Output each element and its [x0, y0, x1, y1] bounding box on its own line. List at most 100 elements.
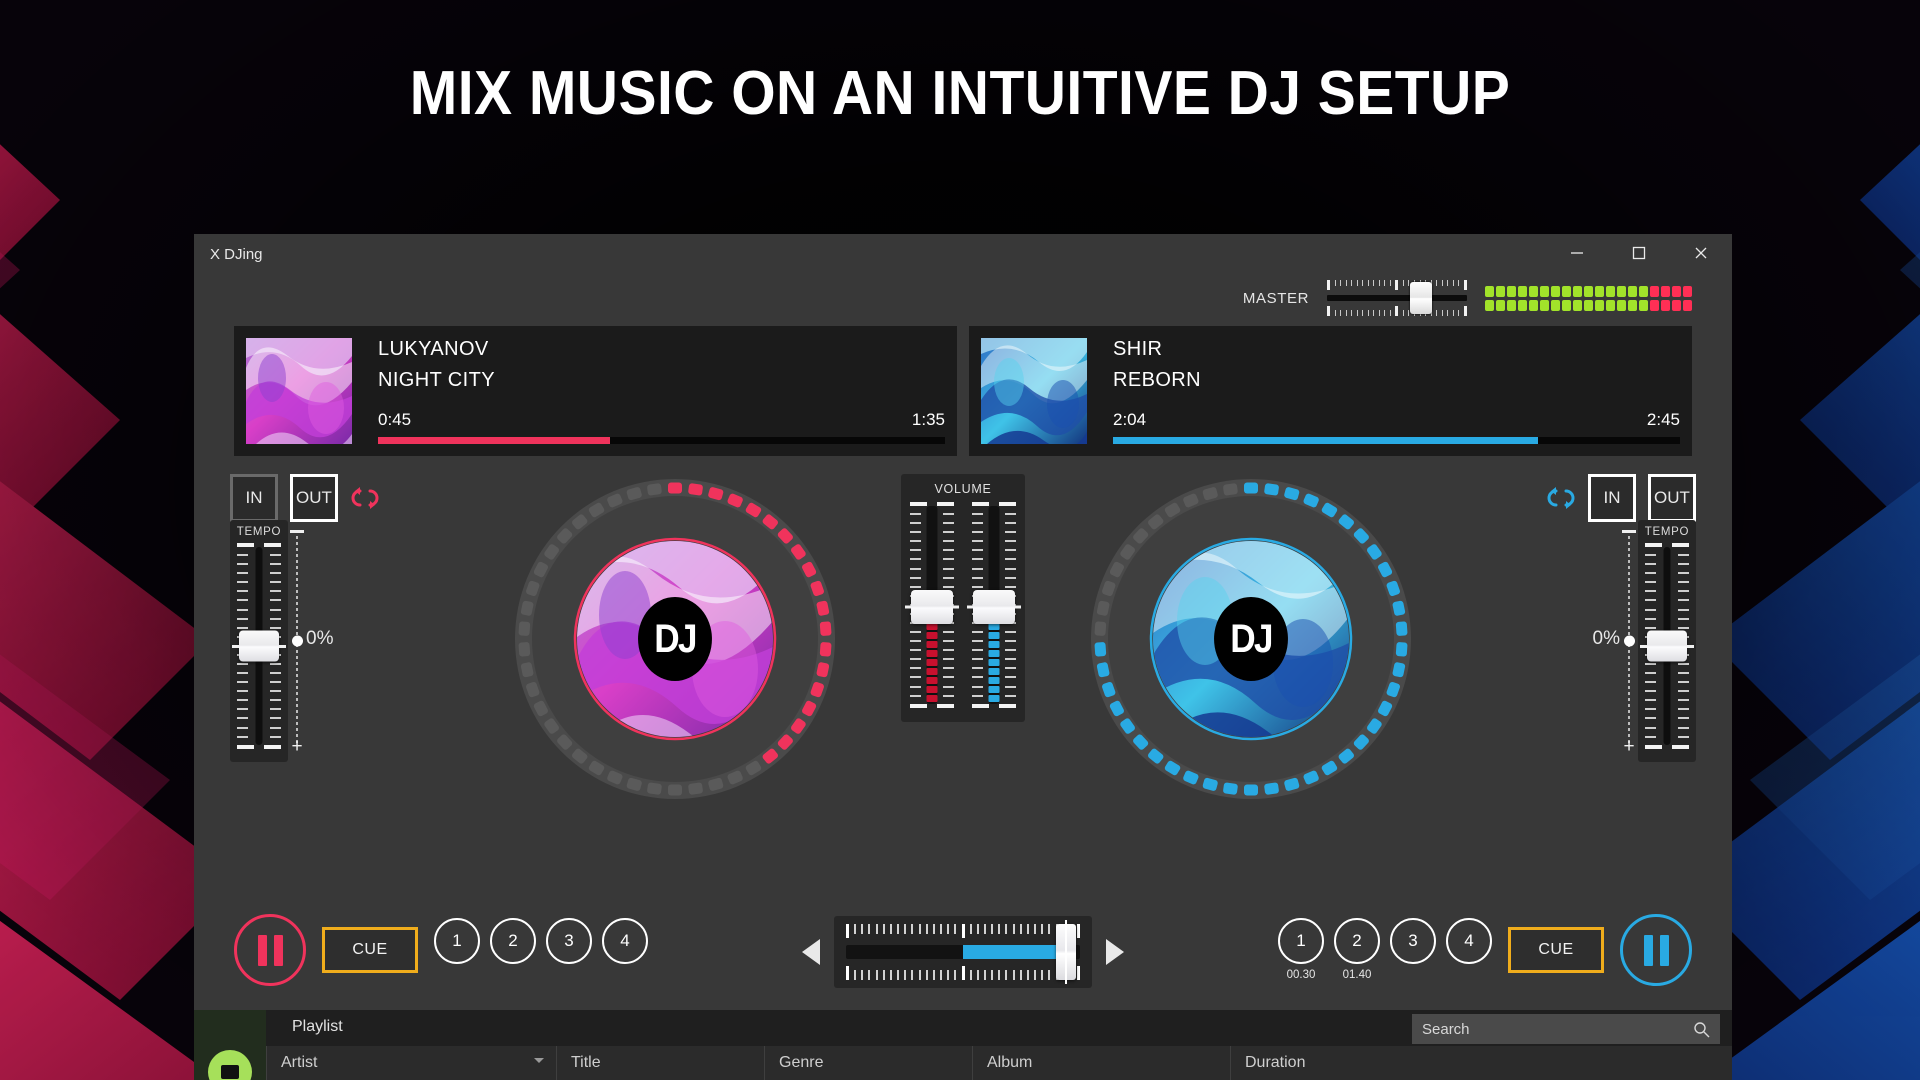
tempo-slider-right[interactable]	[1644, 543, 1690, 749]
tick	[976, 970, 979, 980]
crossfader-handle[interactable]	[1056, 924, 1077, 980]
tempo-handle-right[interactable]	[1647, 630, 1687, 662]
level-led	[926, 641, 938, 648]
tick	[1005, 558, 1016, 561]
tempo-slider-left[interactable]	[236, 543, 282, 749]
tick	[861, 924, 864, 934]
track-panel-left[interactable]: LUKYANOV NIGHT CITY 0:45 1:35	[234, 326, 957, 456]
close-button[interactable]	[1670, 234, 1732, 272]
tick	[1005, 667, 1016, 670]
vu-led	[1639, 299, 1648, 311]
tempo-handle-left[interactable]	[239, 630, 279, 662]
tick	[972, 694, 983, 697]
jog-wheel-right[interactable]: DJ	[1086, 474, 1416, 804]
loop-icon-right[interactable]	[1546, 487, 1576, 509]
hotcue-button-3[interactable]: 3	[546, 917, 592, 964]
hotcue-button-4[interactable]: 4	[602, 917, 648, 964]
play-pause-button-right[interactable]	[1620, 914, 1692, 986]
playlist-header: Playlist Search	[266, 1010, 1732, 1046]
cue-button-left[interactable]: CUE	[322, 927, 418, 973]
tick	[932, 924, 935, 934]
tick	[1645, 572, 1656, 575]
level-led	[988, 650, 1000, 657]
playlist-footer: Playlist Search Artist Title Genre Album Dur…	[194, 1010, 1732, 1080]
vu-led	[1650, 299, 1659, 311]
jog-ring-segment	[1395, 621, 1408, 636]
volume-fader-deck-a[interactable]	[910, 502, 954, 708]
loop-out-button-left[interactable]: OUT	[290, 474, 338, 522]
jog-wheel-left[interactable]: DJ	[510, 474, 840, 804]
loop-icon-left[interactable]	[350, 487, 380, 509]
tick	[972, 685, 983, 688]
tempo-gauge-left: +	[288, 520, 306, 762]
vu-led	[1595, 299, 1604, 311]
hotcue-button-1[interactable]: 1	[434, 917, 480, 964]
volume-fader-deck-b[interactable]	[972, 502, 1016, 708]
loop-in-button-right[interactable]: IN	[1588, 474, 1636, 522]
tick	[1384, 280, 1386, 286]
crossfader-left-arrow-icon[interactable]	[802, 939, 820, 965]
vu-led	[1584, 285, 1593, 297]
track-meta-left: LUKYANOV NIGHT CITY 0:45 1:35	[352, 338, 945, 444]
crossfader-right-arrow-icon[interactable]	[1106, 939, 1124, 965]
play-pause-button-left[interactable]	[234, 914, 306, 986]
tick	[972, 676, 983, 679]
volume-handle-a[interactable]	[911, 590, 953, 624]
track-progress-left[interactable]	[378, 437, 945, 444]
cue-button-right[interactable]: CUE	[1508, 927, 1604, 973]
loop-in-button-left[interactable]: IN	[230, 474, 278, 522]
tempo-block-right: 0% + TEMPO	[1593, 520, 1696, 762]
master-fader-handle[interactable]	[1409, 282, 1432, 314]
hotcue-button-1[interactable]: 1	[1278, 917, 1324, 964]
vu-led	[1562, 299, 1571, 311]
level-led	[988, 641, 1000, 648]
track-panel-right[interactable]: SHIR REBORN 2:04 2:45	[969, 326, 1692, 456]
crossfader[interactable]	[834, 916, 1092, 988]
column-header-duration[interactable]: Duration	[1230, 1046, 1530, 1080]
hotcue-button-2[interactable]: 2	[490, 917, 536, 964]
column-header-artist[interactable]: Artist	[266, 1046, 556, 1080]
tick	[1395, 280, 1399, 290]
tick	[1034, 924, 1037, 934]
vu-led	[1551, 285, 1560, 297]
hotcue-button-2[interactable]: 2	[1334, 917, 1380, 964]
tick	[237, 735, 248, 738]
tick	[1678, 572, 1689, 575]
minimize-button[interactable]	[1546, 234, 1608, 272]
search-input[interactable]: Search	[1412, 1014, 1720, 1044]
maximize-button[interactable]	[1608, 234, 1670, 272]
jog-ring-segment	[647, 483, 662, 496]
tick	[943, 513, 954, 516]
tick	[270, 690, 281, 693]
tick	[1463, 306, 1467, 316]
tick	[1362, 280, 1364, 286]
master-fader[interactable]	[1327, 280, 1467, 316]
chevron-down-icon[interactable]	[534, 1058, 544, 1063]
volume-panel: VOLUME	[901, 474, 1025, 722]
tick	[1447, 280, 1449, 286]
master-label: MASTER	[1242, 289, 1309, 307]
tempo-gauge-knob-left	[291, 635, 303, 647]
tick	[237, 717, 248, 720]
vu-led	[1584, 299, 1593, 311]
tick	[846, 924, 849, 938]
tick	[999, 703, 1016, 708]
tempo-plus-right: +	[1623, 736, 1635, 757]
tick	[1005, 549, 1016, 552]
volume-handle-b[interactable]	[973, 590, 1015, 624]
vu-led	[1518, 285, 1527, 297]
library-toggle-button[interactable]	[208, 1050, 252, 1080]
vu-led	[1496, 285, 1505, 297]
tick	[904, 970, 907, 980]
column-header-title[interactable]: Title	[556, 1046, 764, 1080]
level-led	[988, 632, 1000, 639]
column-header-genre[interactable]: Genre	[764, 1046, 972, 1080]
column-header-album[interactable]: Album	[972, 1046, 1230, 1080]
master-fader-ticks-bottom	[1327, 306, 1467, 316]
search-icon[interactable]	[1693, 1021, 1710, 1038]
hotcue-button-3[interactable]: 3	[1390, 917, 1436, 964]
track-progress-right[interactable]	[1113, 437, 1680, 444]
hotcue-button-4[interactable]: 4	[1446, 917, 1492, 964]
loop-out-button-right[interactable]: OUT	[1648, 474, 1696, 522]
tempo-gauge-knob-right	[1623, 635, 1635, 647]
